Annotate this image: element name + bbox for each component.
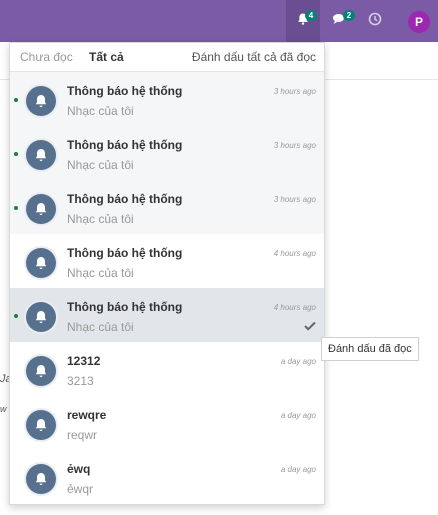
notification-subtitle: Nhạc của tôi [67,320,134,334]
notification-time: a day ago [280,411,316,420]
notifications-button[interactable]: 4 [286,0,320,42]
user-avatar[interactable]: P [408,11,430,33]
notification-time: a day ago [280,465,316,474]
notification-time: 3 hours ago [273,141,316,150]
notification-time: 3 hours ago [273,87,316,96]
notification-item[interactable]: Thông báo hệ thống Nhạc của tôi 4 hours ag… [10,234,324,288]
notification-title: Thông báo hệ thống [67,300,183,314]
notifications-dropdown: Chưa đọc Tất cả Đánh dấu tất cả đã đọc T… [9,42,325,505]
notification-title: ẻwq [67,462,91,476]
notification-list: Thông báo hệ thống Nhạc của tôi 3 hours ag… [10,72,324,504]
notification-subtitle: Nhạc của tôi [67,266,134,280]
messages-button[interactable]: 2 [323,0,357,42]
notification-item[interactable]: rewqre reqwr a day ago [10,396,324,450]
notification-subtitle: reqwr [67,428,98,442]
notification-title: Thông báo hệ thống [67,192,183,206]
background-text-fragment: w [0,404,7,414]
notification-item[interactable]: Thông báo hệ thống Nhạc của tôi 4 hours ag… [10,288,324,342]
notification-bell-icon [26,248,56,278]
notification-subtitle: 3213 [67,374,94,388]
notifications-count-badge: 4 [305,10,317,21]
unread-dot [14,152,18,156]
notification-title: Thông báo hệ thống [67,138,183,152]
notification-bell-icon [26,410,56,440]
notification-item[interactable]: Thông báo hệ thống Nhạc của tôi 3 hours ag… [10,72,324,126]
unread-dot [14,314,18,318]
notification-time: 4 hours ago [273,249,316,258]
notification-subtitle: ẻwqr [67,482,94,496]
notification-bell-icon [26,194,56,224]
notification-title: rewqre [67,408,107,422]
notification-bell-icon [26,86,56,116]
unread-dot [14,206,18,210]
notification-item[interactable]: Thông báo hệ thống Nhạc của tôi 3 hours ag… [10,180,324,234]
notification-item[interactable]: ẻwq ẻwqr a day ago [10,450,324,504]
clock-icon [368,12,382,31]
notification-bell-icon [26,464,56,494]
activity-button[interactable] [358,0,392,42]
tab-unread[interactable]: Chưa đọc [20,50,73,64]
notification-title: Thông báo hệ thống [67,84,183,98]
notification-subtitle: Nhạc của tôi [67,212,134,226]
mark-all-read-link[interactable]: Đánh dấu tất cả đã đọc [192,50,316,64]
notification-item[interactable]: 12312 3213 a day ago [10,342,324,396]
messages-count-badge: 2 [343,10,355,21]
notification-subtitle: Nhạc của tôi [67,158,134,172]
dropdown-header: Chưa đọc Tất cả Đánh dấu tất cả đã đọc [10,43,324,72]
notification-title: Thông báo hệ thống [67,246,183,260]
top-navbar: 4 2 P [0,0,438,42]
notification-subtitle: Nhạc của tôi [67,104,134,118]
notification-item[interactable]: Thông báo hệ thống Nhạc của tôi 3 hours ag… [10,126,324,180]
mark-read-check-icon[interactable] [304,318,316,336]
notification-bell-icon [26,302,56,332]
unread-dot [14,98,18,102]
notification-title: 12312 [67,354,101,368]
notification-time: a day ago [280,357,316,366]
notification-time: 4 hours ago [273,303,316,312]
mark-read-tooltip: Đánh dấu đã đọc [321,337,419,361]
tab-all[interactable]: Tất cả [89,50,124,64]
notification-bell-icon [26,356,56,386]
notification-time: 3 hours ago [273,195,316,204]
notification-bell-icon [26,140,56,170]
